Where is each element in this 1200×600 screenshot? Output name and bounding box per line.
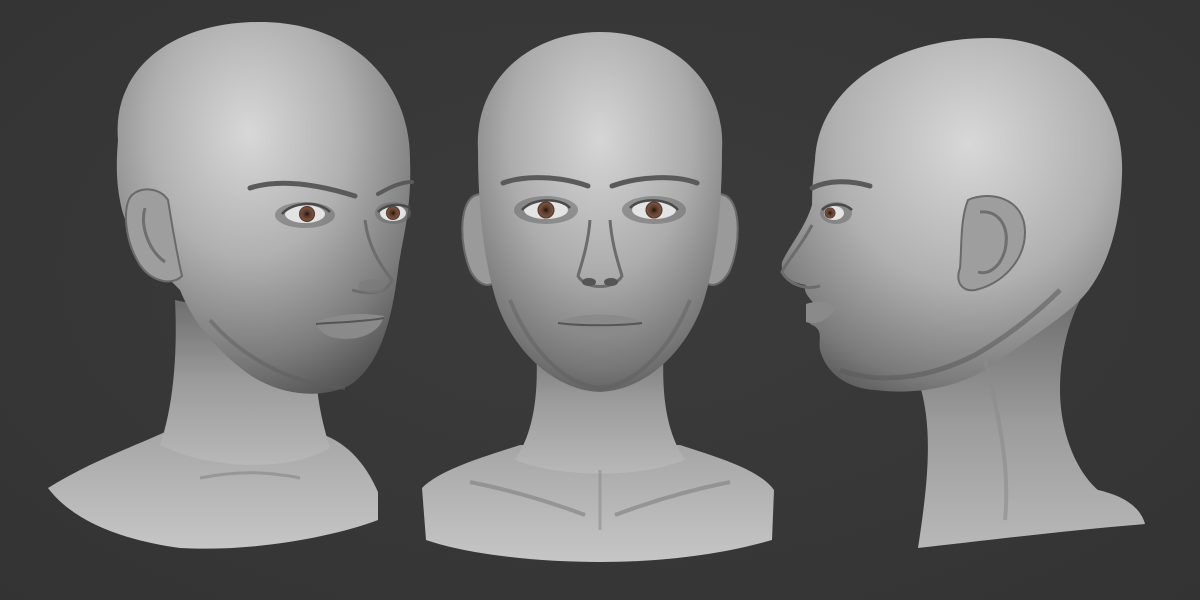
render-canvas [0, 0, 1200, 600]
front-view [422, 32, 774, 562]
side-profile-view [780, 38, 1145, 548]
three-quarter-view [48, 22, 414, 549]
sculpt-render [48, 22, 1145, 562]
